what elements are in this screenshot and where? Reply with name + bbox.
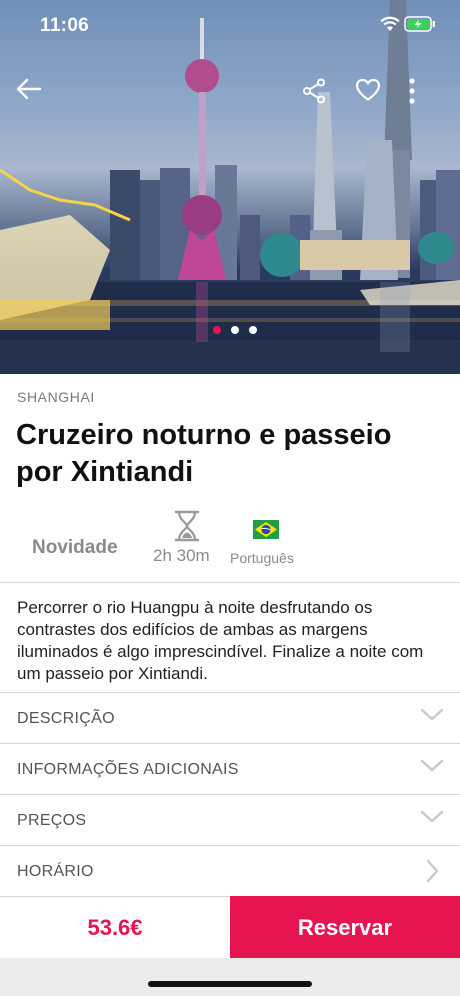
back-button[interactable] xyxy=(16,78,52,114)
section-label: PREÇOS xyxy=(17,812,87,829)
language-text: Português xyxy=(230,550,294,566)
reserve-button[interactable]: Reservar xyxy=(230,896,460,959)
favorite-button[interactable] xyxy=(355,78,391,114)
more-options-button[interactable] xyxy=(408,78,444,114)
home-indicator-area xyxy=(0,958,460,996)
carousel-dot[interactable] xyxy=(249,326,257,334)
chevron-down-icon xyxy=(420,707,444,728)
share-button[interactable] xyxy=(302,78,338,114)
duration-text: 2h 30m xyxy=(153,546,210,565)
status-time: 11:06 xyxy=(40,15,90,36)
divider xyxy=(0,582,460,583)
booking-bar: 53.6€ Reservar xyxy=(0,896,460,959)
more-vertical-icon xyxy=(409,78,415,104)
section-schedule[interactable]: HORÁRIO xyxy=(0,846,460,897)
chevron-down-icon xyxy=(420,758,444,779)
chevron-right-icon xyxy=(425,859,439,888)
tour-info-row: Novidade 2h 30m Português xyxy=(0,504,460,580)
section-additional-info[interactable]: INFORMAÇÕES ADICIONAIS xyxy=(0,744,460,795)
brazil-flag-icon xyxy=(253,520,279,544)
tour-title: Cruzeiro noturno e passeio por Xintiandi xyxy=(16,419,392,488)
home-indicator[interactable] xyxy=(148,981,312,987)
carousel-dot-active[interactable] xyxy=(213,326,221,334)
carousel-indicator xyxy=(0,326,460,336)
new-badge: Novidade xyxy=(32,537,118,558)
tour-summary: Percorrer o rio Huangpu à noite desfruta… xyxy=(17,598,424,683)
share-icon xyxy=(303,78,325,104)
price-label: 53.6€ xyxy=(87,915,143,940)
carousel-dot[interactable] xyxy=(231,326,239,334)
section-description[interactable]: DESCRIÇÃO xyxy=(0,693,460,744)
section-label: HORÁRIO xyxy=(17,863,94,880)
section-prices[interactable]: PREÇOS xyxy=(0,795,460,846)
city-label: SHANGHAI xyxy=(17,389,95,405)
shanghai-skyline-illustration xyxy=(0,0,460,374)
hero-image[interactable]: 11:06 xyxy=(0,0,460,374)
section-label: INFORMAÇÕES ADICIONAIS xyxy=(17,761,239,778)
hourglass-icon xyxy=(173,510,201,547)
heart-icon xyxy=(355,78,381,101)
back-arrow-icon xyxy=(16,78,42,100)
chevron-down-icon xyxy=(420,809,444,830)
status-bar: 11:06 xyxy=(0,0,460,50)
section-label: DESCRIÇÃO xyxy=(17,710,115,727)
